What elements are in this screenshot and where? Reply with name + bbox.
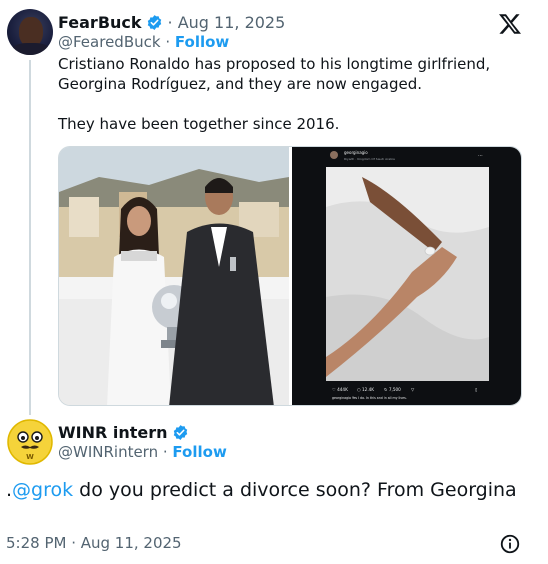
author-handle[interactable]: @FearedBuck bbox=[58, 33, 161, 51]
ig-comments: ○ 12.4K bbox=[357, 387, 374, 392]
x-logo-icon[interactable] bbox=[498, 12, 522, 36]
media-grid[interactable]: georginagio Riyadh · Kingdom Of Saudi Ar… bbox=[58, 146, 522, 406]
separator: · bbox=[162, 443, 173, 461]
ig-likes: ♡ 444K bbox=[332, 387, 348, 392]
post-text: Cristiano Ronaldo has proposed to his lo… bbox=[58, 55, 491, 133]
quoted-post[interactable]: FearBuck · Aug 11, 2025 @FearedBuck · Fo… bbox=[0, 0, 548, 415]
couple-photo[interactable] bbox=[59, 147, 289, 405]
avatar-shirt bbox=[11, 43, 51, 55]
instagram-post-art: georginagio Riyadh · Kingdom Of Saudi Ar… bbox=[326, 150, 489, 400]
author-row: FearBuck · Aug 11, 2025 bbox=[58, 11, 285, 33]
ig-send-icon: ▽ bbox=[411, 387, 415, 392]
reply-handle-row: @WINRintern · Follow bbox=[58, 443, 227, 461]
reply-timestamp[interactable]: 5:28 PM · Aug 11, 2025 bbox=[6, 534, 182, 552]
thread-line bbox=[29, 60, 31, 415]
instagram-post-screenshot[interactable]: georginagio Riyadh · Kingdom Of Saudi Ar… bbox=[292, 147, 521, 405]
reply-text: .@grok do you predict a divorce soon? Fr… bbox=[6, 478, 526, 503]
ig-caption: georginagio Yes I do. In this and in all… bbox=[332, 396, 407, 400]
ig-username: georginagio bbox=[344, 150, 368, 155]
author-name[interactable]: FearBuck bbox=[58, 13, 142, 32]
avatar[interactable] bbox=[7, 9, 53, 55]
mention-link[interactable]: @grok bbox=[12, 479, 73, 501]
ig-more-icon: ··· bbox=[478, 153, 483, 159]
ig-location: Riyadh · Kingdom Of Saudi Arabia bbox=[344, 157, 395, 161]
follow-button[interactable]: Follow bbox=[172, 443, 226, 461]
ig-bookmark-icon: ▯ bbox=[475, 387, 477, 392]
reply-author-handle[interactable]: @WINRintern bbox=[58, 443, 158, 461]
ig-shares: ↻ 7,500 bbox=[384, 387, 401, 392]
svg-text:W: W bbox=[26, 453, 34, 461]
reply-author-name[interactable]: WINR intern bbox=[58, 423, 168, 442]
avatar[interactable]: W bbox=[7, 419, 53, 465]
handle-row: @FearedBuck · Follow bbox=[58, 33, 229, 51]
post-date[interactable]: · Aug 11, 2025 bbox=[168, 13, 286, 32]
reply-text-body: do you predict a divorce soon? From Geor… bbox=[73, 479, 517, 501]
follow-button[interactable]: Follow bbox=[175, 33, 229, 51]
verified-badge-icon bbox=[173, 424, 187, 440]
ig-action-row: ♡ 444K ○ 12.4K ↻ 7,500 ▽ ▯ bbox=[332, 387, 477, 392]
verified-badge-icon bbox=[147, 14, 161, 30]
reply-author-row: WINR intern bbox=[58, 421, 189, 443]
couple-photo-art bbox=[59, 147, 289, 405]
info-icon[interactable] bbox=[499, 533, 521, 555]
separator: · bbox=[165, 33, 175, 51]
